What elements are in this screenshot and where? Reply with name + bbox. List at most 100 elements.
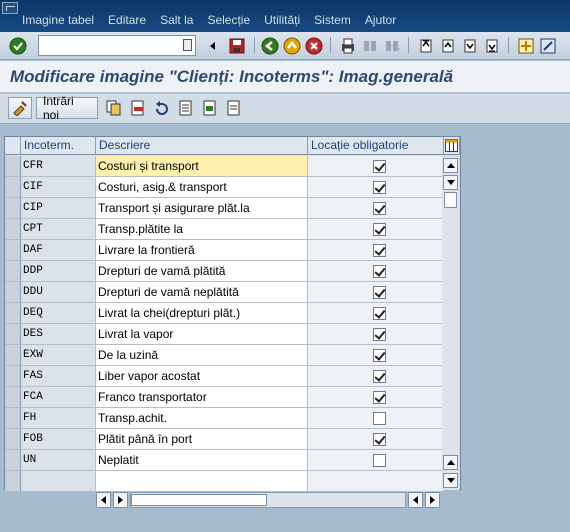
location-required-checkbox[interactable] [373, 391, 386, 404]
description-cell[interactable]: Livrat la chei(drepturi plăt.) [96, 303, 308, 324]
command-collapse-icon[interactable] [206, 36, 218, 56]
save-icon[interactable] [227, 36, 247, 56]
menu-salt-la[interactable]: Salt la [160, 13, 193, 27]
description-cell[interactable]: De la uzină [96, 345, 308, 366]
find-icon[interactable] [360, 36, 380, 56]
command-input[interactable] [41, 36, 171, 54]
row-selector[interactable] [5, 450, 21, 471]
row-selector[interactable] [5, 408, 21, 429]
back-icon[interactable] [260, 36, 280, 56]
display-change-icon[interactable] [8, 97, 32, 119]
row-selector[interactable] [5, 177, 21, 198]
command-history-icon[interactable] [183, 39, 192, 51]
description-cell[interactable]: Franco transportator [96, 387, 308, 408]
system-menu-icon[interactable] [2, 2, 18, 14]
find-next-icon[interactable] [382, 36, 402, 56]
column-header-description[interactable]: Descriere [96, 137, 308, 155]
horizontal-scroll-thumb[interactable] [131, 494, 267, 506]
next-page-icon[interactable] [460, 36, 480, 56]
incoterms-table: Incoterm. Descriere Locație obligatorie … [4, 136, 461, 492]
table-settings-icon[interactable] [444, 137, 460, 155]
scroll-page-up-icon[interactable] [443, 455, 458, 470]
deselect-all-icon[interactable] [224, 98, 244, 118]
layout-icon[interactable] [516, 36, 536, 56]
row-selector[interactable] [5, 219, 21, 240]
location-required-checkbox[interactable] [373, 160, 386, 173]
row-selector[interactable] [5, 240, 21, 261]
location-required-checkbox[interactable] [373, 181, 386, 194]
description-cell[interactable]: Livrat la vapor [96, 324, 308, 345]
scroll-down-icon[interactable] [443, 473, 458, 488]
menu-selectie[interactable]: Selecție [207, 13, 250, 27]
menu-sistem[interactable]: Sistem [314, 13, 351, 27]
new-entries-button[interactable]: Intrări noi [36, 94, 98, 122]
description-cell[interactable]: Livrare la frontieră [96, 240, 308, 261]
menu-editare[interactable]: Editare [108, 13, 146, 27]
location-required-checkbox[interactable] [373, 412, 386, 425]
exit-icon[interactable] [282, 36, 302, 56]
horizontal-scrollbar[interactable] [130, 492, 406, 508]
description-cell[interactable]: Costuri, asig.& transport [96, 177, 308, 198]
location-required-checkbox[interactable] [373, 223, 386, 236]
description-cell[interactable]: Transport și asigurare plăt.la [96, 198, 308, 219]
description-cell[interactable]: Drepturi de vamă neplătită [96, 282, 308, 303]
row-selector[interactable] [5, 471, 21, 492]
row-selector[interactable] [5, 366, 21, 387]
menu-imagine-tabel[interactable]: Imagine tabel [22, 13, 94, 27]
location-required-checkbox[interactable] [373, 349, 386, 362]
command-field[interactable] [38, 35, 196, 56]
location-required-checkbox[interactable] [373, 370, 386, 383]
column-header-location-required[interactable]: Locație obligatorie [308, 137, 444, 155]
row-selector[interactable] [5, 261, 21, 282]
vertical-scroll-thumb[interactable] [444, 192, 457, 208]
scroll-left-end-icon[interactable] [408, 492, 423, 508]
scroll-left-icon[interactable] [96, 492, 111, 508]
help-icon[interactable] [538, 36, 558, 56]
menu-utilitati[interactable]: Utilități [264, 13, 300, 27]
scroll-up-icon[interactable] [443, 158, 458, 173]
row-selector[interactable] [5, 303, 21, 324]
last-page-icon[interactable] [482, 36, 502, 56]
enter-icon[interactable] [8, 36, 28, 56]
previous-page-icon[interactable] [438, 36, 458, 56]
row-selector[interactable] [5, 282, 21, 303]
location-required-checkbox[interactable] [373, 328, 386, 341]
row-selector[interactable] [5, 198, 21, 219]
location-required-checkbox[interactable] [373, 202, 386, 215]
scroll-right-icon[interactable] [425, 492, 440, 508]
cancel-icon[interactable] [304, 36, 324, 56]
copy-as-icon[interactable] [104, 98, 124, 118]
print-icon[interactable] [338, 36, 358, 56]
delete-icon[interactable] [128, 98, 148, 118]
location-required-checkbox[interactable] [373, 244, 386, 257]
menu-ajutor[interactable]: Ajutor [365, 13, 396, 27]
description-cell[interactable]: Costuri și transport [96, 156, 308, 177]
description-cell[interactable]: Drepturi de vamă plătită [96, 261, 308, 282]
first-page-icon[interactable] [416, 36, 436, 56]
select-all-icon[interactable] [176, 98, 196, 118]
location-required-checkbox[interactable] [373, 433, 386, 446]
vertical-scrollbar[interactable] [442, 157, 459, 490]
location-required-checkbox[interactable] [373, 454, 386, 467]
description-cell[interactable] [96, 471, 308, 492]
scroll-right-small-icon[interactable] [113, 492, 128, 508]
column-header-incoterm[interactable]: Incoterm. [21, 137, 96, 155]
scroll-page-down-icon[interactable] [443, 175, 458, 190]
select-block-icon[interactable] [200, 98, 220, 118]
location-required-checkbox[interactable] [373, 307, 386, 320]
undo-change-icon[interactable] [152, 98, 172, 118]
description-cell[interactable]: Plătit până în port [96, 429, 308, 450]
row-selector[interactable] [5, 345, 21, 366]
location-required-checkbox[interactable] [373, 286, 386, 299]
location-required-checkbox[interactable] [373, 265, 386, 278]
row-selector[interactable] [5, 387, 21, 408]
row-selector[interactable] [5, 429, 21, 450]
description-cell[interactable]: Transp.plătite la [96, 219, 308, 240]
description-cell[interactable]: Transp.achit. [96, 408, 308, 429]
description-cell[interactable]: Liber vapor acostat [96, 366, 308, 387]
select-all-rows-corner[interactable] [5, 137, 21, 155]
location-required-cell [308, 177, 444, 198]
row-selector[interactable] [5, 156, 21, 177]
row-selector[interactable] [5, 324, 21, 345]
description-cell[interactable]: Neplatit [96, 450, 308, 471]
